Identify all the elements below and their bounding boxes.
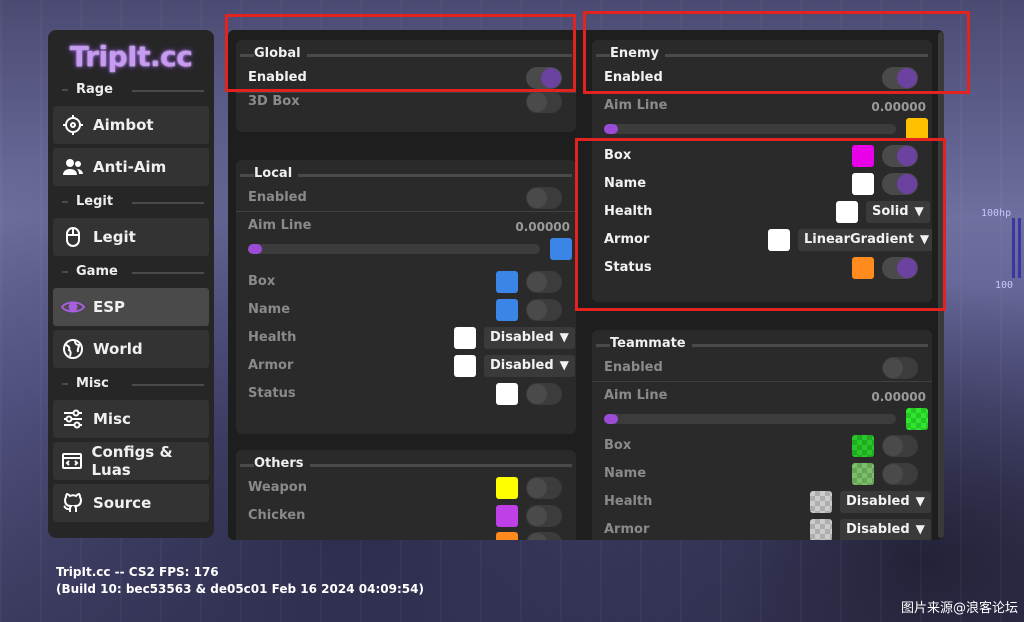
teammate-box-row: Box [592, 432, 932, 460]
sidebar-item-source[interactable]: Source [53, 484, 209, 522]
local-status-row: Status [236, 380, 576, 408]
category-misc: Misc [54, 376, 208, 392]
watermark: 图片来源@浪客论坛 [900, 601, 1018, 616]
globe-icon [61, 337, 85, 361]
sidebar-item-label: ESP [93, 298, 126, 316]
teammate-box-color[interactable] [852, 435, 874, 457]
local-health-select[interactable]: Disabled ▼ [484, 327, 575, 349]
global-3dbox-row: 3D Box [236, 88, 576, 116]
others-partial-toggle[interactable] [526, 532, 562, 540]
sidebar-item-label: Legit [93, 228, 136, 246]
teammate-health-row: Health Disabled ▼ [592, 488, 932, 516]
teammate-title: Teammate [610, 336, 692, 351]
teammate-panel: Teammate Enabled Aim Line 0.00000 Box Na… [592, 330, 932, 540]
enemy-aimline-slider[interactable] [604, 124, 896, 134]
local-status-toggle[interactable] [526, 383, 562, 405]
teammate-armor-row: Armor Disabled ▼ [592, 516, 932, 540]
others-chicken-toggle[interactable] [526, 505, 562, 527]
teammate-aimline-value: 0.00000 [871, 390, 926, 404]
teammate-aimline-slider[interactable] [604, 414, 896, 424]
github-icon [61, 491, 85, 515]
code-window-icon [61, 449, 83, 473]
sidebar: TripIt.cc Rage Aimbot Anti-Aim Legit Leg… [48, 30, 214, 538]
local-status-color[interactable] [496, 383, 518, 405]
teammate-enabled-toggle[interactable] [882, 357, 918, 379]
enemy-aimline-color[interactable] [906, 118, 928, 140]
local-aimline-row: Aim Line 0.00000 [248, 218, 570, 234]
hud-health-bar [1012, 218, 1015, 278]
sidebar-item-legit[interactable]: Legit [53, 218, 209, 256]
local-aimline-slider[interactable] [248, 244, 540, 254]
teammate-health-select[interactable]: Disabled ▼ [840, 491, 931, 513]
others-title: Others [254, 456, 310, 471]
sidebar-item-label: Misc [93, 410, 131, 428]
mouse-icon [61, 225, 85, 249]
local-box-color[interactable] [496, 271, 518, 293]
local-aimline-value: 0.00000 [515, 220, 570, 234]
local-panel: Local Enabled Aim Line 0.00000 Box Name … [236, 160, 576, 434]
global-3dbox-toggle[interactable] [526, 91, 562, 113]
local-health-row: Health Disabled ▼ [236, 324, 576, 352]
footer-build: (Build 10: bec53563 & de05c01 Feb 16 202… [56, 582, 424, 596]
sidebar-item-aimbot[interactable]: Aimbot [53, 106, 209, 144]
enemy-title: Enemy [610, 46, 665, 61]
local-name-toggle[interactable] [526, 299, 562, 321]
local-title: Local [254, 166, 299, 181]
teammate-box-toggle[interactable] [882, 435, 918, 457]
local-aimline-color[interactable] [550, 238, 572, 260]
sidebar-item-label: Anti-Aim [93, 158, 167, 176]
others-chicken-color[interactable] [496, 505, 518, 527]
sidebar-item-world[interactable]: World [53, 330, 209, 368]
teammate-name-toggle[interactable] [882, 463, 918, 485]
others-weapon-toggle[interactable] [526, 477, 562, 499]
teammate-armor-select[interactable]: Disabled ▼ [840, 519, 931, 540]
local-box-row: Box [236, 268, 576, 296]
local-enabled-row: Enabled [236, 184, 576, 212]
sidebar-item-label: Source [93, 494, 152, 512]
sidebar-item-label: Configs & Luas [91, 443, 173, 479]
others-panel: Others Weapon Chicken [236, 450, 576, 540]
local-box-toggle[interactable] [526, 271, 562, 293]
teammate-name-row: Name [592, 460, 932, 488]
category-game: Game [54, 264, 208, 280]
crosshair-icon [61, 113, 85, 137]
app-logo: TripIt.cc [69, 40, 193, 73]
others-partial-color[interactable] [496, 532, 518, 540]
teammate-armor-color[interactable] [810, 519, 832, 540]
sidebar-item-label: World [93, 340, 143, 358]
sidebar-item-misc[interactable]: Misc [53, 400, 209, 438]
eye-icon [61, 295, 85, 319]
annotation-box-enemy-options [575, 138, 946, 311]
local-armor-color[interactable] [454, 355, 476, 377]
category-legit: Legit [54, 194, 208, 210]
enemy-aimline-row: Aim Line 0.00000 [604, 98, 926, 114]
teammate-health-color[interactable] [810, 491, 832, 513]
sidebar-item-label: Aimbot [93, 116, 154, 134]
teammate-aimline-color[interactable] [906, 408, 928, 430]
hud-hp-value: 100 [995, 280, 1014, 291]
enemy-aimline-value: 0.00000 [871, 100, 926, 114]
teammate-name-color[interactable] [852, 463, 874, 485]
sidebar-item-esp[interactable]: ESP [53, 288, 209, 326]
sidebar-item-configs-luas[interactable]: Configs & Luas [53, 442, 209, 480]
others-weapon-color[interactable] [496, 477, 518, 499]
local-name-color[interactable] [496, 299, 518, 321]
users-icon [61, 155, 85, 179]
local-enabled-toggle[interactable] [526, 187, 562, 209]
local-health-color[interactable] [454, 327, 476, 349]
local-name-row: Name [236, 296, 576, 324]
global-title: Global [254, 46, 307, 61]
local-armor-row: Armor Disabled ▼ [236, 352, 576, 380]
local-armor-select[interactable]: Disabled ▼ [484, 355, 575, 377]
hud-armor-bar [1018, 218, 1021, 278]
teammate-aimline-row: Aim Line 0.00000 [604, 388, 926, 404]
teammate-enabled-row: Enabled [592, 354, 932, 382]
others-chicken-row: Chicken [236, 502, 576, 530]
hud-hp-label: 100hp [981, 208, 1012, 219]
others-weapon-row: Weapon [236, 474, 576, 502]
category-rage: Rage [54, 82, 208, 98]
sidebar-item-anti-aim[interactable]: Anti-Aim [53, 148, 209, 186]
footer-status: TripIt.cc -- CS2 FPS: 176 [56, 565, 219, 579]
sliders-icon [61, 407, 85, 431]
